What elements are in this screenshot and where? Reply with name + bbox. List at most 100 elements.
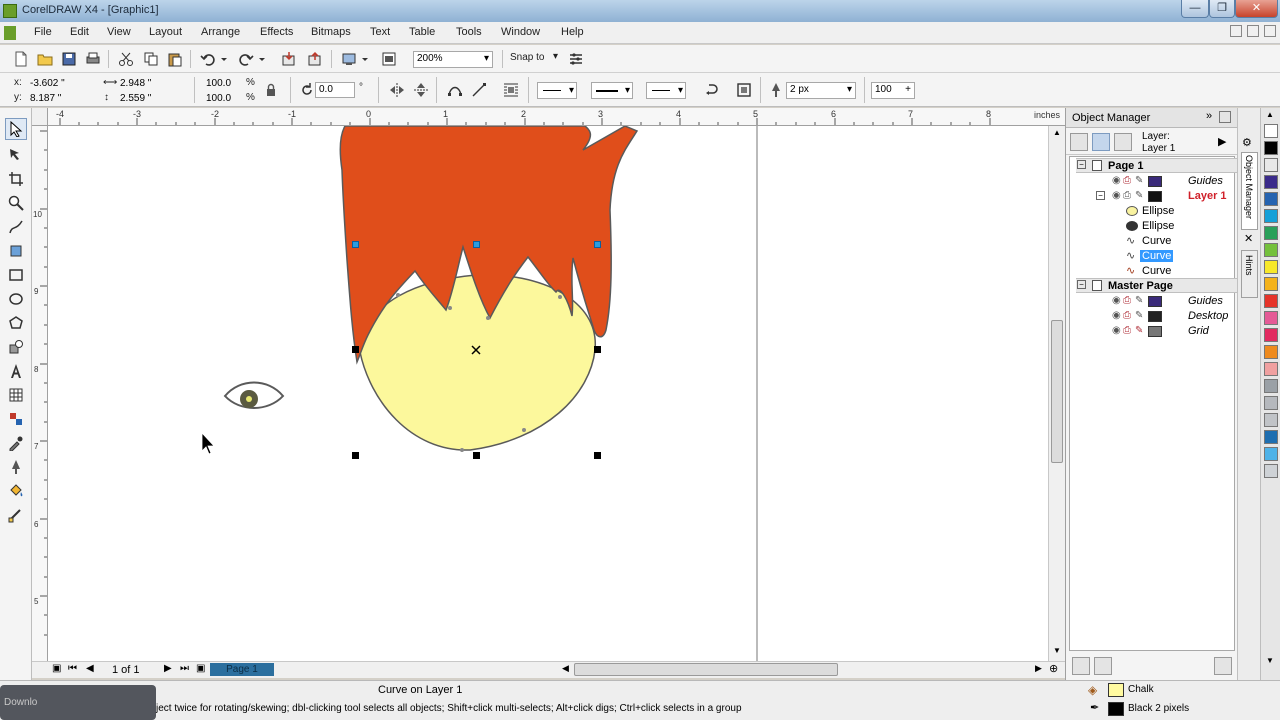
tree-page-1[interactable]: − Page 1 xyxy=(1076,158,1238,173)
cut-icon[interactable] xyxy=(117,50,135,68)
rotation-field[interactable]: 0.0 xyxy=(315,82,355,98)
printable-icon[interactable]: ⎙ xyxy=(1123,325,1131,336)
delete-icon[interactable] xyxy=(1214,657,1232,675)
eyedropper-tool-icon[interactable] xyxy=(5,432,27,454)
editable-pencil-icon[interactable]: ✎ xyxy=(1135,295,1143,306)
new-layer-icon[interactable] xyxy=(1072,657,1090,675)
smart-fill-tool-icon[interactable] xyxy=(5,240,27,262)
menu-layout[interactable]: Layout xyxy=(149,26,182,38)
curve-node[interactable] xyxy=(486,316,490,320)
menu-text[interactable]: Text xyxy=(370,26,390,38)
outline-color-swatch[interactable] xyxy=(1108,702,1124,716)
printable-icon[interactable]: ⎙ xyxy=(1123,295,1131,306)
curve-node[interactable] xyxy=(396,293,400,297)
tree-object-curve-selected[interactable]: ∿ Curve xyxy=(1076,249,1238,264)
reverse-direction-icon[interactable] xyxy=(703,81,721,99)
ruler-corner[interactable] xyxy=(32,108,48,126)
face-shape[interactable] xyxy=(359,274,596,451)
crop-tool-icon[interactable] xyxy=(5,168,27,190)
text-tool-icon[interactable] xyxy=(5,360,27,382)
show-properties-icon[interactable] xyxy=(1070,133,1088,151)
fill-tool-icon[interactable] xyxy=(5,480,27,502)
docker-minimize-icon[interactable] xyxy=(1219,111,1231,123)
welcome-screen-icon[interactable] xyxy=(380,50,398,68)
scale-y-field[interactable]: 100.0 xyxy=(202,91,242,105)
redo-icon[interactable] xyxy=(237,50,255,68)
selection-handle-top[interactable] xyxy=(473,241,480,248)
polygon-tool-icon[interactable] xyxy=(5,312,27,334)
height-field[interactable]: 2.559 " xyxy=(116,91,186,105)
menu-effects[interactable]: Effects xyxy=(260,26,293,38)
close-curve-icon[interactable] xyxy=(735,81,753,99)
menu-view[interactable]: View xyxy=(107,26,131,38)
editable-pencil-icon[interactable]: ✎ xyxy=(1135,310,1143,321)
application-launcher-icon[interactable] xyxy=(340,50,358,68)
printable-icon[interactable]: ⎙ xyxy=(1123,310,1131,321)
edit-across-layers-icon[interactable] xyxy=(1092,133,1110,151)
collapse-icon[interactable]: − xyxy=(1077,160,1086,169)
visibility-eye-icon[interactable]: ◉ xyxy=(1112,190,1121,201)
page-tab[interactable]: Page 1 xyxy=(210,663,274,676)
palette-color-swatch[interactable] xyxy=(1264,379,1278,393)
copy-icon[interactable] xyxy=(142,50,160,68)
drawing-canvas[interactable] xyxy=(48,126,1048,661)
first-page-icon[interactable]: ⏮ xyxy=(68,663,77,674)
curve-node[interactable] xyxy=(522,428,526,432)
curve-node[interactable] xyxy=(448,306,452,310)
palette-color-swatch[interactable] xyxy=(1264,311,1278,325)
palette-color-swatch[interactable] xyxy=(1264,141,1278,155)
tree-layer-guides[interactable]: ◉ ⎙ ✎ Guides xyxy=(1076,174,1238,189)
selection-handle-left[interactable] xyxy=(352,346,359,353)
horizontal-scroll-thumb[interactable] xyxy=(574,663,838,676)
print-icon[interactable] xyxy=(84,50,102,68)
palette-color-swatch[interactable] xyxy=(1264,243,1278,257)
redo-dropdown-icon[interactable] xyxy=(257,50,267,68)
outline-tool-icon[interactable] xyxy=(5,456,27,478)
palette-color-swatch[interactable] xyxy=(1264,209,1278,223)
scroll-left-icon[interactable]: ◀ xyxy=(562,663,569,674)
zoom-level-select[interactable]: 200% ▾ xyxy=(413,51,493,68)
palette-scroll-down-icon[interactable]: ▼ xyxy=(1266,656,1274,665)
collapse-icon[interactable]: − xyxy=(1096,191,1105,200)
add-page-icon[interactable]: ▣ xyxy=(196,663,205,674)
selection-handle-bottom[interactable] xyxy=(473,452,480,459)
start-arrowhead-select[interactable]: ▾ xyxy=(537,82,577,99)
options-icon[interactable] xyxy=(567,50,585,68)
launcher-dropdown-icon[interactable] xyxy=(360,50,370,68)
mirror-vertical-icon[interactable] xyxy=(412,81,430,99)
maximize-button[interactable]: ❐ xyxy=(1209,0,1235,18)
tree-object-ellipse[interactable]: Ellipse xyxy=(1076,219,1238,234)
curve-node[interactable] xyxy=(460,448,464,452)
basic-shapes-tool-icon[interactable] xyxy=(5,336,27,358)
previous-page-icon[interactable]: ◀ xyxy=(86,663,94,674)
navigator-icon[interactable]: ⊕ xyxy=(1049,662,1058,675)
dock-settings-icon[interactable]: ⚙ xyxy=(1242,136,1252,149)
menu-tools[interactable]: Tools xyxy=(456,26,482,38)
line-style-select[interactable]: ▾ xyxy=(591,82,633,99)
docker-expand-icon[interactable]: » xyxy=(1206,110,1212,122)
layer-manager-view-icon[interactable] xyxy=(1114,133,1132,151)
vertical-ruler[interactable]: 10 9 8 7 6 5 xyxy=(32,126,48,661)
palette-color-swatch[interactable] xyxy=(1264,345,1278,359)
tree-object-curve[interactable]: ∿ Curve xyxy=(1076,264,1238,279)
tree-layer-1[interactable]: − ◉ ⎙ ✎ Layer 1 xyxy=(1076,189,1238,204)
undo-dropdown-icon[interactable] xyxy=(219,50,229,68)
tree-object-curve[interactable]: ∿ Curve xyxy=(1076,234,1238,249)
open-icon[interactable] xyxy=(36,50,54,68)
last-page-icon[interactable]: ⏭ xyxy=(180,663,189,674)
selection-handle-top-left[interactable] xyxy=(352,241,359,248)
menu-bitmaps[interactable]: Bitmaps xyxy=(311,26,351,38)
palette-color-swatch[interactable] xyxy=(1264,464,1278,478)
zoom-tool-icon[interactable] xyxy=(5,192,27,214)
palette-color-swatch[interactable] xyxy=(1264,192,1278,206)
editable-pencil-icon[interactable]: ✎ xyxy=(1135,325,1143,336)
import-icon[interactable] xyxy=(280,50,298,68)
selection-handle-bottom-left[interactable] xyxy=(352,452,359,459)
shape-tool-icon[interactable] xyxy=(5,144,27,166)
palette-color-swatch[interactable] xyxy=(1264,328,1278,342)
selection-handle-bottom-right[interactable] xyxy=(594,452,601,459)
menu-edit[interactable]: Edit xyxy=(70,26,89,38)
tab-hints[interactable]: Hints xyxy=(1241,250,1258,298)
palette-scroll-up-icon[interactable]: ▲ xyxy=(1266,110,1274,119)
palette-color-swatch[interactable] xyxy=(1264,413,1278,427)
